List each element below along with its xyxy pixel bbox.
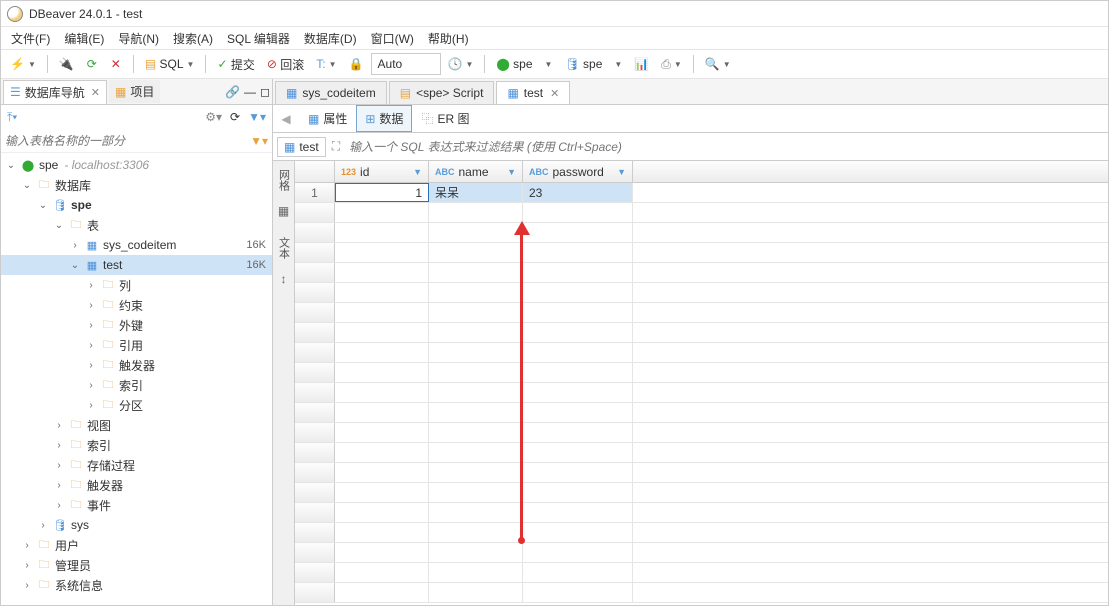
col-header-name[interactable]: ABCname▼ [429, 161, 523, 182]
cell-name[interactable]: 呆呆 [429, 183, 523, 202]
subtab-er[interactable]: ⿻ER 图 [412, 105, 478, 132]
cell-id[interactable]: 1 [335, 183, 429, 202]
editor-tab-codeitem[interactable]: ▦sys_codeitem [275, 81, 387, 104]
tree-db-spe[interactable]: ⌄🛢spe [1, 195, 272, 215]
menu-window[interactable]: 窗口(W) [365, 28, 420, 49]
tree-indexes[interactable]: ›🗀索引 [1, 375, 272, 395]
tree-idx[interactable]: ›🗀索引 [1, 435, 272, 455]
menu-navigate[interactable]: 导航(N) [112, 28, 165, 49]
export-button[interactable]: ⎙▼ [656, 53, 687, 75]
tree-table-codeitem[interactable]: ›▦sys_codeitem16K [1, 235, 272, 255]
sidebar: ☰数据库导航✕ ▦项目 🔗 — ◻ ⤒▾ ⚙▾ ⟳ ▼▾ ▼▾ ⌄⬤spe- l… [1, 79, 273, 605]
tree-fkeys[interactable]: ›🗀外键 [1, 315, 272, 335]
tree-triggers[interactable]: ›🗀触发器 [1, 355, 272, 375]
transaction-mode-button[interactable]: T:▼ [311, 53, 341, 75]
tree-constraints[interactable]: ›🗀约束 [1, 295, 272, 315]
data-row[interactable]: 1 1 呆呆 23 [295, 183, 1108, 203]
expand-icon[interactable]: ⛶ [332, 139, 340, 154]
tree-filter-input[interactable] [5, 134, 250, 148]
tree-tables[interactable]: ⌄🗀表 [1, 215, 272, 235]
filter-button[interactable]: ▼▾ [248, 110, 266, 124]
tree-views[interactable]: ›🗀视图 [1, 415, 272, 435]
grid-icon[interactable]: ▦ [276, 203, 292, 219]
menu-edit[interactable]: 编辑(E) [58, 28, 110, 49]
subtab-properties[interactable]: ▦属性 [299, 105, 356, 132]
sidebar-toolbar: ⤒▾ ⚙▾ ⟳ ▼▾ [1, 105, 272, 129]
filter-icon[interactable]: ▼▾ [250, 134, 268, 148]
search-button[interactable]: 🔍▼ [700, 53, 736, 75]
disconnect-button[interactable]: ✕ [105, 53, 127, 75]
tree-db-sys[interactable]: ›🛢sys [1, 515, 272, 535]
tree-partitions[interactable]: ›🗀分区 [1, 395, 272, 415]
collapse-button[interactable]: ⤒▾ [7, 110, 17, 125]
rownum-header[interactable] [295, 161, 335, 182]
tree-users[interactable]: ›🗀用户 [1, 535, 272, 555]
cell-password[interactable]: 23 [523, 183, 633, 202]
vtab-text[interactable]: 文本 [274, 231, 294, 265]
sql-editor-button[interactable]: ▤ SQL▼ [140, 53, 200, 75]
tree-sysinfo[interactable]: ›🗀系统信息 [1, 575, 272, 595]
restore-icon[interactable]: ◻ [260, 85, 270, 99]
schema-combo[interactable]: 🛢 spe▼ [559, 53, 627, 75]
col-header-password[interactable]: ABCpassword▼ [523, 161, 633, 182]
col-header-id[interactable]: 123id▼ [335, 161, 429, 182]
tree-databases[interactable]: ⌄🗀数据库 [1, 175, 272, 195]
tree-columns[interactable]: ›🗀列 [1, 275, 272, 295]
sql-filter-input[interactable] [346, 137, 1104, 157]
row-number[interactable]: 1 [295, 183, 335, 202]
editor-tab-test[interactable]: ▦test✕ [496, 81, 570, 104]
menu-bar: 文件(F) 编辑(E) 导航(N) 搜索(A) SQL 编辑器 数据库(D) 窗… [1, 27, 1108, 49]
table-name-badge[interactable]: ▦test [277, 137, 326, 157]
dashboard-button[interactable]: 📊 [629, 53, 654, 75]
menu-sql-editor[interactable]: SQL 编辑器 [221, 28, 296, 49]
new-connection-button[interactable]: ⚡▼ [5, 53, 41, 75]
minimize-icon[interactable]: — [244, 85, 256, 99]
datasource-combo[interactable]: ⬤ spe▼ [491, 53, 557, 75]
navigator-tree: ⌄⬤spe- localhost:3306 ⌄🗀数据库 ⌄🛢spe ⌄🗀表 ›▦… [1, 153, 272, 605]
rollback-button[interactable]: ⊘ 回滚 [262, 53, 309, 75]
tree-connection[interactable]: ⌄⬤spe- localhost:3306 [1, 155, 272, 175]
history-button[interactable]: 🕓▼ [443, 53, 479, 75]
main-toolbar: ⚡▼ 🔌 ⟳ ✕ ▤ SQL▼ ✓ 提交 ⊘ 回滚 T:▼ 🔒 Auto 🕓▼ … [1, 49, 1108, 79]
connect-button[interactable]: 🔌 [54, 53, 79, 75]
menu-database[interactable]: 数据库(D) [298, 28, 363, 49]
lock-button[interactable]: 🔒 [344, 53, 369, 75]
tree-refs[interactable]: ›🗀引用 [1, 335, 272, 355]
settings-button[interactable]: ⚙▾ [205, 110, 222, 124]
window-title: DBeaver 24.0.1 - test [29, 7, 142, 21]
vertical-tabs: 网格 ▦ 文本 ↕ [273, 161, 295, 605]
tree-trg[interactable]: ›🗀触发器 [1, 475, 272, 495]
reconnect-button[interactable]: ⟳ [81, 53, 103, 75]
commit-button[interactable]: ✓ 提交 [212, 53, 259, 75]
menu-file[interactable]: 文件(F) [5, 28, 56, 49]
refresh-button[interactable]: ⟳ [230, 110, 240, 124]
tree-procs[interactable]: ›🗀存储过程 [1, 455, 272, 475]
tree-table-test[interactable]: ⌄▦test16K [1, 255, 272, 275]
back-button[interactable]: ◀ [275, 108, 297, 130]
editor-tab-script[interactable]: ▤<spe> Script [389, 81, 495, 104]
menu-search[interactable]: 搜索(A) [167, 28, 219, 49]
tree-events[interactable]: ›🗀事件 [1, 495, 272, 515]
menu-help[interactable]: 帮助(H) [422, 28, 475, 49]
subtab-data[interactable]: ⊞数据 [356, 105, 412, 132]
vtab-grid[interactable]: 网格 [274, 163, 294, 197]
link-icon[interactable]: 🔗 [225, 85, 240, 99]
tab-db-navigator[interactable]: ☰数据库导航✕ [3, 80, 107, 104]
editor-area: ▦sys_codeitem ▤<spe> Script ▦test✕ ◀ ▦属性… [273, 79, 1108, 605]
app-logo-icon [7, 6, 23, 22]
tab-projects[interactable]: ▦项目 [109, 80, 160, 103]
title-bar: DBeaver 24.0.1 - test [1, 1, 1108, 27]
text-icon[interactable]: ↕ [276, 271, 292, 287]
tree-admin[interactable]: ›🗀管理员 [1, 555, 272, 575]
close-icon[interactable]: ✕ [550, 87, 559, 100]
commit-mode-combo[interactable]: Auto [371, 53, 441, 75]
data-grid: 123id▼ ABCname▼ ABCpassword▼ 1 1 呆呆 23 [295, 161, 1108, 605]
close-icon[interactable]: ✕ [91, 86, 100, 99]
